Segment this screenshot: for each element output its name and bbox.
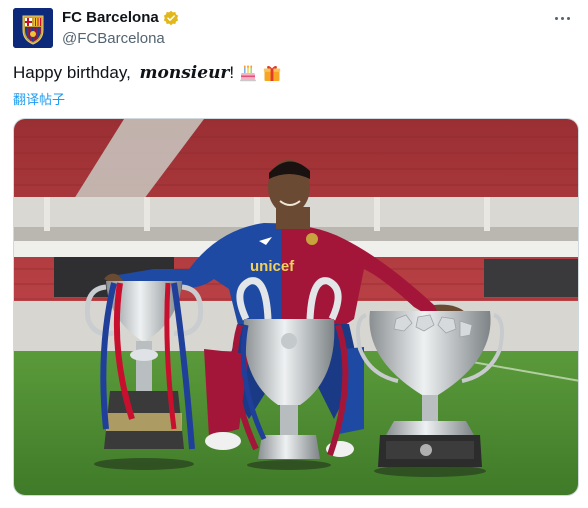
- fc-barcelona-crest-icon: [13, 8, 53, 48]
- author-handle[interactable]: @FCBarcelona: [62, 30, 165, 47]
- post-text-plain: Happy birthday,: [13, 63, 136, 82]
- post-text-tail: !: [229, 63, 235, 82]
- wrapped-gift-icon: [263, 66, 281, 81]
- translate-post-link[interactable]: 翻译帖子: [13, 89, 65, 108]
- more-options-icon[interactable]: [550, 8, 574, 28]
- kit-sponsor-text: unicef: [250, 258, 295, 275]
- author-name-row[interactable]: FC Barcelona: [62, 9, 179, 26]
- trophies-photo: unicef: [14, 119, 578, 495]
- author-display-name[interactable]: FC Barcelona: [62, 9, 159, 26]
- post-text: Happy birthday, monsieur !: [13, 63, 282, 83]
- tweet-post[interactable]: FC Barcelona @FCBarcelona Happy birthday…: [0, 0, 588, 508]
- post-text-emphasis: monsieur: [139, 63, 230, 83]
- post-image[interactable]: unicef: [13, 118, 579, 496]
- verified-badge-icon: [163, 10, 178, 25]
- author-avatar[interactable]: [13, 8, 53, 48]
- birthday-cake-icon: [240, 65, 257, 82]
